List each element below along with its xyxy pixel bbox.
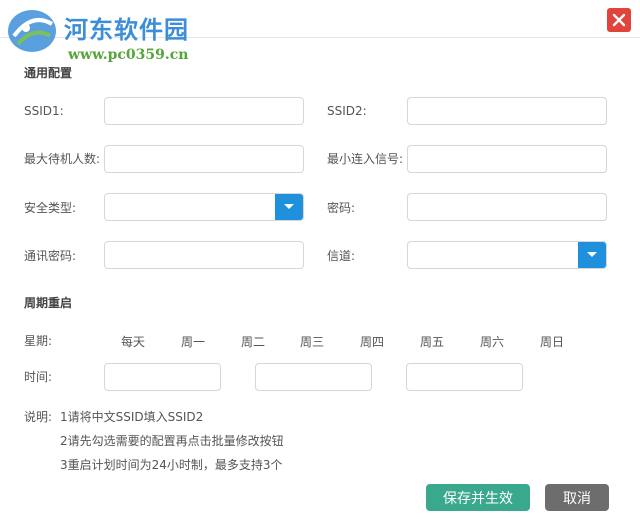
notes-label: 说明: bbox=[24, 410, 53, 424]
max-standby-input[interactable] bbox=[104, 145, 304, 173]
channel-select[interactable] bbox=[407, 241, 607, 269]
watermark-url: www.pc0359.cn bbox=[68, 47, 189, 63]
comm-password-label: 通讯密码: bbox=[24, 249, 77, 263]
close-icon bbox=[612, 13, 626, 27]
ssid2-label: SSID2: bbox=[327, 104, 367, 118]
password-input[interactable] bbox=[407, 193, 607, 221]
channel-label: 信道: bbox=[327, 249, 356, 263]
min-signal-label: 最小连入信号: bbox=[327, 152, 404, 166]
note-line-1: 1请将中文SSID填入SSID2 bbox=[60, 410, 204, 424]
cancel-button[interactable]: 取消 bbox=[545, 484, 609, 511]
day-option-everyday[interactable]: 每天 bbox=[113, 333, 153, 350]
general-section-title: 通用配置 bbox=[24, 66, 73, 80]
chevron-down-icon bbox=[587, 252, 597, 257]
time-input-3[interactable] bbox=[406, 363, 523, 391]
day-option-wednesday[interactable]: 周三 bbox=[292, 333, 332, 350]
ssid2-input[interactable] bbox=[407, 97, 607, 125]
ssid1-input[interactable] bbox=[104, 97, 304, 125]
security-type-select[interactable] bbox=[104, 193, 304, 221]
time-input-1[interactable] bbox=[104, 363, 221, 391]
comm-password-input[interactable] bbox=[104, 241, 304, 269]
day-option-thursday[interactable]: 周四 bbox=[352, 333, 392, 350]
reboot-section-title: 周期重启 bbox=[24, 296, 73, 310]
channel-dropdown-button[interactable] bbox=[578, 242, 606, 268]
close-button[interactable] bbox=[607, 8, 631, 32]
security-type-label: 安全类型: bbox=[24, 201, 77, 215]
security-type-dropdown-button[interactable] bbox=[275, 194, 303, 220]
max-standby-label: 最大待机人数: bbox=[24, 152, 101, 166]
day-option-saturday[interactable]: 周六 bbox=[472, 333, 512, 350]
password-label: 密码: bbox=[327, 201, 356, 215]
day-option-tuesday[interactable]: 周二 bbox=[233, 333, 273, 350]
site-logo-icon bbox=[8, 10, 56, 52]
time-label: 时间: bbox=[24, 370, 53, 384]
day-option-friday[interactable]: 周五 bbox=[412, 333, 452, 350]
watermark-title: 河东软件园 bbox=[64, 15, 189, 44]
save-apply-button[interactable]: 保存并生效 bbox=[426, 484, 530, 511]
note-line-2: 2请先勾选需要的配置再点击批量修改按钮 bbox=[60, 434, 284, 448]
weekday-label: 星期: bbox=[24, 334, 53, 348]
chevron-down-icon bbox=[284, 204, 294, 209]
day-option-monday[interactable]: 周一 bbox=[173, 333, 213, 350]
ssid1-label: SSID1: bbox=[24, 104, 64, 118]
note-line-3: 3重启计划时间为24小时制，最多支持3个 bbox=[60, 458, 283, 472]
day-option-sunday[interactable]: 周日 bbox=[532, 333, 572, 350]
min-signal-input[interactable] bbox=[407, 145, 607, 173]
time-input-2[interactable] bbox=[255, 363, 372, 391]
